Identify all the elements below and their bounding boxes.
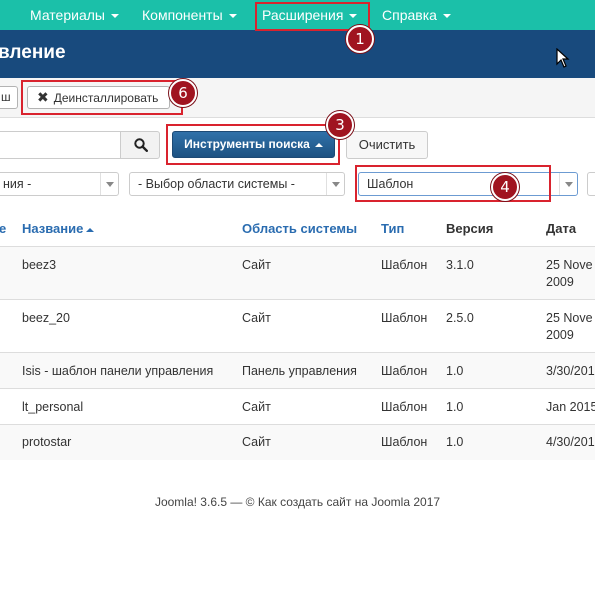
chevron-down-icon	[442, 14, 451, 19]
page-footer: Joomla! 3.6.5 — © Как создать сайт на Jo…	[154, 495, 441, 509]
row-type: Шаблон	[381, 435, 428, 449]
table-row: beez3 Сайт Шаблон 3.1.0 25 Nove 2009	[0, 246, 595, 299]
row-name[interactable]: Isis - шаблон панели управления	[22, 362, 213, 380]
uninstall-label: Деинсталлировать	[53, 91, 159, 105]
row-version: 1.0	[446, 435, 464, 449]
column-header-status[interactable]: е	[0, 221, 6, 236]
chevron-down-icon	[110, 14, 119, 19]
chevron-down-icon	[349, 14, 358, 19]
column-header-type[interactable]: Тип	[381, 221, 404, 236]
toolbar-button-partial[interactable]: ш	[0, 86, 18, 109]
row-version: 1.0	[446, 400, 464, 414]
chevron-down-icon	[326, 173, 344, 195]
row-date: 3/30/201	[546, 364, 595, 378]
nav-item-content[interactable]: Материалы	[30, 0, 119, 30]
row-area: Сайт	[242, 258, 271, 272]
row-area: Сайт	[242, 311, 271, 325]
page-header: вление	[0, 30, 595, 78]
row-type: Шаблон	[381, 258, 428, 272]
search-button[interactable]	[120, 131, 160, 159]
row-name[interactable]: protostar	[22, 433, 71, 451]
row-date: 25 Nove	[546, 311, 593, 325]
sort-ascending-icon	[86, 227, 95, 232]
row-type: Шаблон	[381, 364, 428, 378]
row-date-year: 2009	[546, 275, 574, 289]
row-date-year: 2009	[546, 328, 574, 342]
nav-item-help[interactable]: Справка	[382, 0, 451, 30]
column-header-date: Дата	[546, 221, 577, 236]
chevron-up-icon	[314, 142, 323, 147]
row-name[interactable]: beez_20	[22, 309, 70, 327]
row-area: Сайт	[242, 400, 271, 414]
nav-item-label: Расширения	[262, 7, 344, 23]
state-select[interactable]: ния -	[0, 172, 119, 196]
row-area: Сайт	[242, 435, 271, 449]
row-date: Jan 2015	[546, 400, 595, 414]
nav-item-label: Компоненты	[142, 7, 223, 23]
toolbar-button-label: ш	[1, 90, 11, 104]
chevron-down-icon	[100, 173, 118, 195]
row-name[interactable]: lt_personal	[22, 398, 83, 416]
uninstall-button[interactable]: ✖ Деинсталлировать	[27, 86, 170, 109]
search-icon	[134, 138, 148, 152]
annotation-badge: 3	[326, 111, 354, 139]
close-icon: ✖	[37, 89, 49, 105]
column-header-name[interactable]: Название	[22, 221, 95, 236]
row-date: 4/30/201	[546, 435, 595, 449]
annotation-badge: 6	[169, 79, 197, 107]
page-title: вление	[0, 42, 66, 63]
table-row: protostar Сайт Шаблон 1.0 4/30/201	[0, 424, 595, 460]
row-version: 1.0	[446, 364, 464, 378]
table-row: beez_20 Сайт Шаблон 2.5.0 25 Nove 2009	[0, 299, 595, 352]
table-row: Isis - шаблон панели управления Панель у…	[0, 352, 595, 388]
row-version: 2.5.0	[446, 311, 474, 325]
mouse-cursor-icon	[556, 48, 570, 68]
search-input[interactable]	[0, 131, 121, 159]
type-select[interactable]: Шаблон	[358, 172, 578, 196]
top-navbar: Материалы Компоненты Расширения Справка	[0, 0, 595, 30]
row-version: 3.1.0	[446, 258, 474, 272]
area-select-value: - Выбор области системы -	[138, 177, 295, 191]
chevron-down-icon	[559, 173, 577, 195]
column-header-version: Версия	[446, 221, 494, 236]
type-select-value: Шаблон	[367, 177, 414, 191]
column-header-label: Название	[22, 221, 84, 236]
search-tools-label: Инструменты поиска	[184, 137, 310, 151]
clear-button[interactable]: Очистить	[346, 131, 428, 159]
area-select[interactable]: - Выбор области системы -	[129, 172, 345, 196]
column-header-area[interactable]: Область системы	[242, 221, 357, 236]
search-tools-button[interactable]: Инструменты поиска	[172, 131, 335, 158]
annotation-badge: 4	[491, 173, 519, 201]
nav-item-extensions[interactable]: Расширения	[262, 0, 358, 30]
row-type: Шаблон	[381, 311, 428, 325]
row-date: 25 Nove	[546, 258, 593, 272]
nav-item-label: Материалы	[30, 7, 105, 23]
row-name[interactable]: beez3	[22, 256, 56, 274]
row-type: Шаблон	[381, 400, 428, 414]
state-select-value: ния -	[3, 177, 32, 191]
row-area: Панель управления	[242, 364, 357, 378]
extra-select[interactable]	[587, 172, 595, 196]
chevron-down-icon	[228, 14, 237, 19]
nav-item-label: Справка	[382, 7, 437, 23]
nav-item-components[interactable]: Компоненты	[142, 0, 237, 30]
table-row: lt_personal Сайт Шаблон 1.0 Jan 2015	[0, 388, 595, 424]
annotation-badge: 1	[346, 25, 374, 53]
